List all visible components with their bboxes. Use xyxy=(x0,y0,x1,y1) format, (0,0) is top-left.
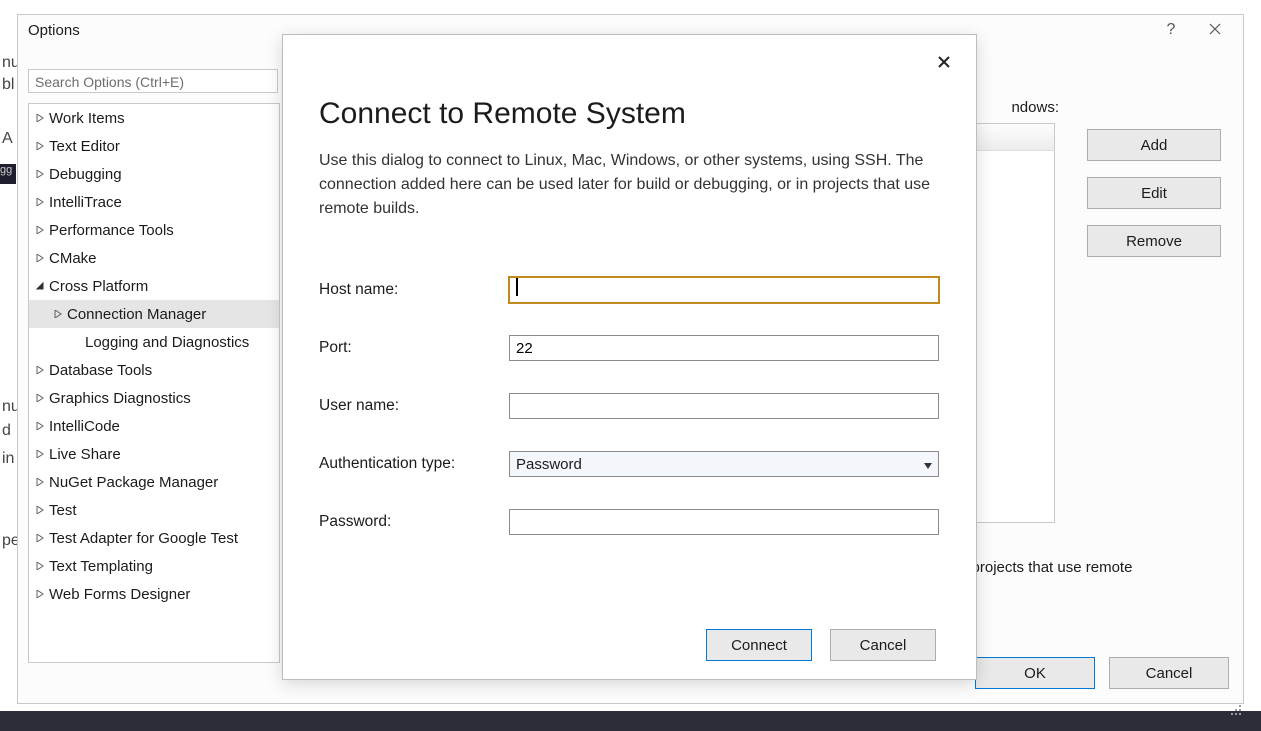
tree-item-intellitrace[interactable]: IntelliTrace xyxy=(29,188,279,216)
tree-item-cross-platform[interactable]: Cross Platform xyxy=(29,272,279,300)
bg-frag: bl xyxy=(2,76,14,94)
tree-item-connection-manager[interactable]: Connection Manager xyxy=(29,300,279,328)
tree-item-label: CMake xyxy=(47,250,97,267)
user-input[interactable] xyxy=(509,393,939,419)
tree-item-performance-tools[interactable]: Performance Tools xyxy=(29,216,279,244)
tree-item-label: Text Templating xyxy=(47,558,153,575)
tree-collapsed-icon xyxy=(33,534,47,542)
host-input[interactable] xyxy=(509,277,939,303)
search-input[interactable]: Search Options (Ctrl+E) xyxy=(28,69,278,93)
dialog-close-button[interactable] xyxy=(930,49,958,77)
tree-item-label: IntelliCode xyxy=(47,418,120,435)
tree-collapsed-icon xyxy=(33,142,47,150)
tree-item-label: Connection Manager xyxy=(65,306,206,323)
tree-collapsed-icon xyxy=(33,590,47,598)
tree-item-label: Test xyxy=(47,502,77,519)
tree-collapsed-icon xyxy=(33,114,47,122)
tree-item-label: Web Forms Designer xyxy=(47,586,190,603)
tree-collapsed-icon xyxy=(33,422,47,430)
add-button[interactable]: Add xyxy=(1087,129,1221,161)
tree-item-label: Text Editor xyxy=(47,138,120,155)
auth-type-select[interactable]: Password xyxy=(509,451,939,477)
tree-collapsed-icon xyxy=(33,254,47,262)
dialog-description: Use this dialog to connect to Linux, Mac… xyxy=(319,149,936,221)
close-icon xyxy=(1209,22,1221,39)
tree-item-label: Live Share xyxy=(47,446,121,463)
host-label: Host name: xyxy=(319,281,509,299)
tree-item-text-editor[interactable]: Text Editor xyxy=(29,132,279,160)
bg-status-bar xyxy=(0,711,1261,731)
dialog-title: Connect to Remote System xyxy=(319,97,936,131)
tree-item-label: Cross Platform xyxy=(47,278,148,295)
auth-label: Authentication type: xyxy=(319,455,509,473)
user-label: User name: xyxy=(319,397,509,415)
tree-item-label: Performance Tools xyxy=(47,222,174,239)
tree-item-label: Debugging xyxy=(47,166,122,183)
bg-frag: d xyxy=(2,422,11,440)
tree-collapsed-icon xyxy=(33,478,47,486)
tree-item-label: Graphics Diagnostics xyxy=(47,390,191,407)
bg-frag: in xyxy=(2,450,14,468)
tree-collapsed-icon xyxy=(33,450,47,458)
tree-collapsed-icon xyxy=(51,310,65,318)
tree-item-debugging[interactable]: Debugging xyxy=(29,160,279,188)
tree-collapsed-icon xyxy=(33,366,47,374)
close-button[interactable] xyxy=(1193,16,1237,44)
options-nav-tree[interactable]: Work Items Text Editor Debugging IntelliTra… xyxy=(28,103,280,663)
tree-item-graphics-diagnostics[interactable]: Graphics Diagnostics xyxy=(29,384,279,412)
tree-item-text-templating[interactable]: Text Templating xyxy=(29,552,279,580)
port-label: Port: xyxy=(319,339,509,357)
options-title: Options xyxy=(28,22,80,39)
tree-item-cmake[interactable]: CMake xyxy=(29,244,279,272)
tree-collapsed-icon xyxy=(33,506,47,514)
password-label: Password: xyxy=(319,513,509,531)
tree-item-database-tools[interactable]: Database Tools xyxy=(29,356,279,384)
tree-item-label: Database Tools xyxy=(47,362,152,379)
ok-button[interactable]: OK xyxy=(975,657,1095,689)
bg-frag: A xyxy=(2,130,13,148)
tree-expanded-icon xyxy=(33,282,47,290)
resize-grip-icon[interactable] xyxy=(1229,703,1243,717)
help-button[interactable]: ? xyxy=(1149,16,1193,44)
text-caret xyxy=(516,278,518,296)
tree-item-test[interactable]: Test xyxy=(29,496,279,524)
tree-item-label: Logging and Diagnostics xyxy=(83,334,249,351)
tree-item-intellicode[interactable]: IntelliCode xyxy=(29,412,279,440)
tree-collapsed-icon xyxy=(33,394,47,402)
tree-item-label: IntelliTrace xyxy=(47,194,122,211)
tree-item-work-items[interactable]: Work Items xyxy=(29,104,279,132)
tree-item-label: Test Adapter for Google Test xyxy=(47,530,238,547)
tree-collapsed-icon xyxy=(33,562,47,570)
bg-dark-strip: gg xyxy=(0,164,16,184)
tree-item-web-forms-designer[interactable]: Web Forms Designer xyxy=(29,580,279,608)
edit-button[interactable]: Edit xyxy=(1087,177,1221,209)
content-label: ndows: xyxy=(1011,99,1059,116)
tree-item-label: NuGet Package Manager xyxy=(47,474,218,491)
hint-text: n projects that use remote xyxy=(959,559,1209,576)
cancel-button[interactable]: Cancel xyxy=(1109,657,1229,689)
connect-remote-dialog: Connect to Remote System Use this dialog… xyxy=(282,34,977,680)
tree-item-test-adapter-for-google-test[interactable]: Test Adapter for Google Test xyxy=(29,524,279,552)
dialog-cancel-button[interactable]: Cancel xyxy=(830,629,936,661)
tree-item-logging-and-diagnostics[interactable]: Logging and Diagnostics xyxy=(29,328,279,356)
auth-type-value: Password xyxy=(516,456,582,473)
tree-collapsed-icon xyxy=(33,198,47,206)
tree-collapsed-icon xyxy=(33,170,47,178)
tree-item-live-share[interactable]: Live Share xyxy=(29,440,279,468)
password-input[interactable] xyxy=(509,509,939,535)
connect-button[interactable]: Connect xyxy=(706,629,812,661)
chevron-down-icon xyxy=(924,456,932,473)
tree-collapsed-icon xyxy=(33,226,47,234)
port-input[interactable] xyxy=(509,335,939,361)
remove-button[interactable]: Remove xyxy=(1087,225,1221,257)
close-icon xyxy=(937,55,951,72)
tree-item-nuget-package-manager[interactable]: NuGet Package Manager xyxy=(29,468,279,496)
tree-item-label: Work Items xyxy=(47,110,125,127)
